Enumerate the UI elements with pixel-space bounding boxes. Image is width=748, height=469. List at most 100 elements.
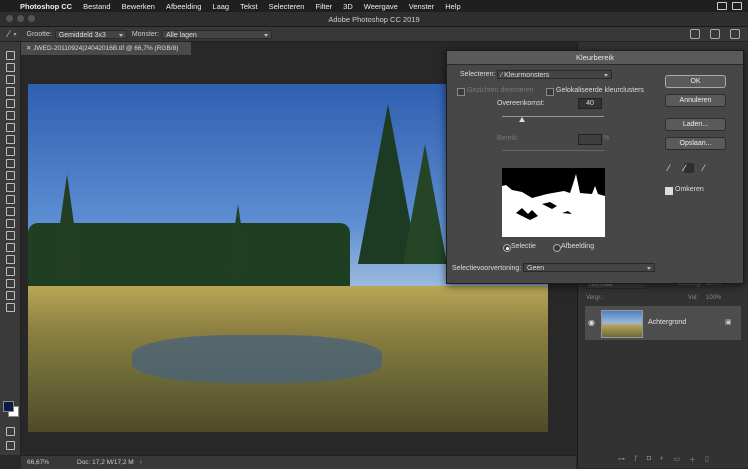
- document-tab[interactable]: ✕ JWED-20110924|24042016B.tif @ 66,7% (R…: [21, 42, 191, 55]
- shape-tool-icon[interactable]: [4, 267, 16, 276]
- dropper-small-icon: ⁄: [501, 72, 503, 79]
- dialog-title: Kleurbereik: [447, 51, 743, 65]
- selection-radio[interactable]: [503, 244, 511, 252]
- mask-icon[interactable]: ◘: [647, 455, 651, 465]
- gradient-tool-icon[interactable]: [4, 195, 16, 204]
- eraser-tool-icon[interactable]: [4, 183, 16, 192]
- crop-tool-icon[interactable]: [4, 99, 16, 108]
- menu-filter[interactable]: Filter: [315, 2, 332, 11]
- healing-brush-icon[interactable]: [4, 135, 16, 144]
- cancel-button[interactable]: Annuleren: [665, 94, 726, 107]
- image-stream: [132, 334, 382, 384]
- path-select-tool-icon[interactable]: [4, 255, 16, 264]
- selection-preview[interactable]: [502, 168, 605, 237]
- eye-icon[interactable]: ◉: [588, 318, 595, 327]
- ok-button[interactable]: OK: [665, 75, 726, 88]
- folder-icon[interactable]: ▭: [673, 455, 680, 465]
- window-title: Adobe Photoshop CC 2019: [328, 15, 420, 24]
- sample-dropdown[interactable]: Alle lagen: [162, 29, 273, 39]
- history-brush-icon[interactable]: [4, 171, 16, 180]
- menu-layer[interactable]: Laag: [212, 2, 229, 11]
- image-radio-label: Afbeelding: [561, 243, 595, 250]
- menu-app[interactable]: Photoshop CC: [20, 2, 72, 11]
- layers-footer: ⊶ ƒ ◘ ◐ ▭ ＋ ▯: [618, 455, 709, 465]
- menu-3d[interactable]: 3D: [343, 2, 353, 11]
- fuzziness-slider[interactable]: [502, 116, 604, 117]
- menu-type[interactable]: Tekst: [240, 2, 258, 11]
- share-icon[interactable]: [730, 29, 740, 39]
- size-dropdown[interactable]: Gemiddeld 3x3: [54, 29, 127, 39]
- invert-checkbox[interactable]: [665, 187, 673, 195]
- size-label: Grootte:: [26, 30, 52, 38]
- document-tab-title: JWED-20110924|24042016B.tif @ 66,7% (RGB…: [33, 45, 179, 52]
- eyedropper-plus-icon[interactable]: ⁄: [684, 163, 694, 173]
- zoom-tool-icon[interactable]: [4, 291, 16, 300]
- trash-icon[interactable]: ▯: [705, 455, 709, 465]
- image-tree: [228, 204, 248, 274]
- title-bar: Adobe Photoshop CC 2019: [0, 12, 748, 27]
- range-slider[interactable]: [502, 150, 604, 151]
- frame-tool-icon[interactable]: [4, 111, 16, 120]
- menu-help[interactable]: Help: [445, 2, 460, 11]
- chevron-right-icon[interactable]: ›: [140, 459, 142, 466]
- menu-window[interactable]: Venster: [409, 2, 434, 11]
- image-tree: [403, 144, 447, 264]
- fx-icon[interactable]: ƒ: [634, 455, 638, 465]
- select-dropdown[interactable]: ⁄ Kleurmonsters: [497, 70, 612, 79]
- detect-faces-checkbox[interactable]: [457, 88, 465, 96]
- localized-clusters-checkbox[interactable]: [546, 88, 554, 96]
- layer-name[interactable]: Achtergrond: [648, 319, 686, 326]
- new-layer-icon[interactable]: ＋: [689, 455, 696, 465]
- eyedropper-icon[interactable]: [4, 123, 16, 132]
- link-icon[interactable]: ⊶: [618, 455, 625, 465]
- menu-edit[interactable]: Bewerken: [122, 2, 155, 11]
- more-tools-icon[interactable]: [4, 303, 16, 312]
- fuzziness-input[interactable]: 40: [578, 98, 602, 109]
- options-icons: [690, 29, 740, 39]
- quick-mask-icon[interactable]: [4, 427, 16, 436]
- eyedropper-minus-icon[interactable]: ⁄: [703, 163, 713, 173]
- type-tool-icon[interactable]: [4, 243, 16, 252]
- adjustment-icon[interactable]: ◐: [660, 455, 664, 465]
- foreground-color-swatch[interactable]: [3, 401, 14, 412]
- pen-tool-icon[interactable]: [4, 231, 16, 240]
- search-icon[interactable]: [690, 29, 700, 39]
- zoom-level[interactable]: 66,67%: [27, 459, 77, 466]
- marquee-tool-icon[interactable]: [4, 63, 16, 72]
- blur-tool-icon[interactable]: [4, 207, 16, 216]
- range-input[interactable]: [578, 134, 602, 145]
- preview-dropdown[interactable]: Geen: [523, 263, 655, 272]
- image-radio[interactable]: [553, 244, 561, 252]
- menu-select[interactable]: Selecteren: [269, 2, 305, 11]
- save-button[interactable]: Opslaan...: [665, 137, 726, 150]
- brush-tool-icon[interactable]: [4, 147, 16, 156]
- screen-mode-icon[interactable]: [4, 441, 16, 450]
- lock-icon[interactable]: ▣: [725, 318, 732, 326]
- status-bar: 66,67% Doc: 17,2 M/17,2 M ›: [21, 455, 576, 469]
- menu-view[interactable]: Weergave: [364, 2, 398, 11]
- quick-select-tool-icon[interactable]: [4, 87, 16, 96]
- load-button[interactable]: Laden...: [665, 118, 726, 131]
- menu-image[interactable]: Afbeelding: [166, 2, 201, 11]
- invert-label: Omkeren: [675, 186, 704, 193]
- select-dropdown-value: Kleurmonsters: [504, 72, 550, 79]
- fill-value[interactable]: 100%: [706, 295, 721, 301]
- move-tool-icon[interactable]: [4, 51, 16, 60]
- document-info: Doc: 17,2 M/17,2 M: [77, 459, 134, 466]
- chevron-down-icon[interactable]: ▾: [14, 31, 17, 38]
- lasso-tool-icon[interactable]: [4, 75, 16, 84]
- fuzziness-slider-thumb[interactable]: [519, 117, 526, 122]
- hand-tool-icon[interactable]: [4, 279, 16, 288]
- wifi-icon: [732, 2, 742, 10]
- selection-mask-image: [502, 168, 605, 220]
- layer-row[interactable]: ◉ Achtergrond ▣: [585, 306, 741, 340]
- dodge-tool-icon[interactable]: [4, 219, 16, 228]
- eyedropper-icon[interactable]: ⁄: [668, 163, 678, 173]
- eyedropper-tool-icon[interactable]: ⁄: [8, 29, 10, 39]
- menu-file[interactable]: Bestand: [83, 2, 111, 11]
- layer-thumbnail: [601, 310, 643, 338]
- battery-icon: [717, 2, 727, 10]
- workspace-icon[interactable]: [710, 29, 720, 39]
- clone-stamp-icon[interactable]: [4, 159, 16, 168]
- select-label: Selecteren:: [460, 71, 496, 78]
